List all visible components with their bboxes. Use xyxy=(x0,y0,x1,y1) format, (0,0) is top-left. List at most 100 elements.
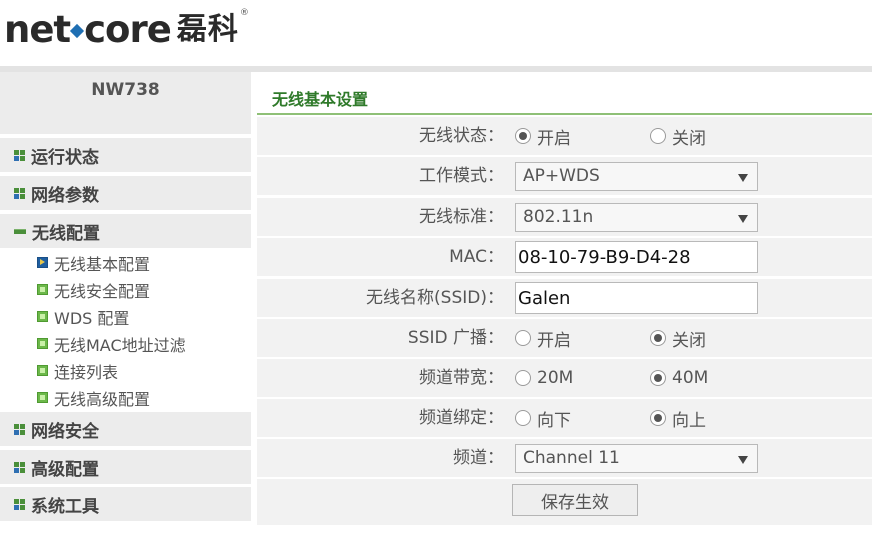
field-value: 开启 关闭 xyxy=(515,117,706,155)
field-value xyxy=(515,279,758,317)
sidebar-item-wireless[interactable]: 无线配置 xyxy=(0,214,251,248)
radio-label: 开启 xyxy=(537,128,571,149)
channel-select[interactable]: Channel 11 xyxy=(515,443,758,473)
main-panel: 无线基本设置 无线状态： 开启 关闭 工作模式： AP+WDS 无线标准： 80… xyxy=(257,72,872,545)
sidebar-item-system[interactable]: 系统工具 xyxy=(0,487,251,521)
radio-bandwidth-20m[interactable]: 20M xyxy=(515,368,650,388)
field-label: 无线状态： xyxy=(419,126,504,146)
radio-label: 开启 xyxy=(537,330,571,351)
radio-wireless-off[interactable]: 关闭 xyxy=(650,124,706,149)
field-label: 工作模式： xyxy=(419,166,504,186)
radio-label: 40M xyxy=(672,368,709,388)
work-mode-select[interactable]: AP+WDS xyxy=(515,161,758,191)
row-save: 保存生效 xyxy=(257,479,872,525)
radio-circle-icon xyxy=(515,370,531,386)
select-value: 802.11n xyxy=(523,206,594,227)
dropdown-arrow-icon xyxy=(738,173,748,182)
square-bullet-icon xyxy=(37,338,48,349)
row-wireless-standard: 无线标准： 802.11n xyxy=(257,198,872,236)
subitem-label: 无线安全配置 xyxy=(54,281,151,301)
radio-bind-down[interactable]: 向下 xyxy=(515,406,650,431)
field-value: 开启 关闭 xyxy=(515,319,706,357)
ssid-input[interactable] xyxy=(515,282,758,314)
field-value xyxy=(515,238,758,276)
subitem-wireless-basic[interactable]: 无线基本配置 xyxy=(37,249,150,276)
wireless-standard-select[interactable]: 802.11n xyxy=(515,202,758,232)
grid-icon xyxy=(14,461,25,473)
subitem-label: WDS 配置 xyxy=(54,308,130,328)
grid-icon xyxy=(14,498,25,510)
radio-broadcast-on[interactable]: 开启 xyxy=(515,326,650,351)
sidebar-item-label: 网络安全 xyxy=(31,421,99,442)
sidebar-item-security[interactable]: 网络安全 xyxy=(0,412,251,446)
grid-icon xyxy=(14,149,25,161)
sidebar-item-label: 系统工具 xyxy=(31,496,99,517)
field-label: SSID 广播： xyxy=(407,328,504,348)
sidebar-item-advanced[interactable]: 高级配置 xyxy=(0,450,251,484)
field-label: 频道绑定： xyxy=(419,408,504,428)
radio-circle-icon xyxy=(650,410,666,426)
field-label: 频道： xyxy=(453,448,504,468)
radio-bind-up[interactable]: 向上 xyxy=(650,406,706,431)
sidebar-item-network[interactable]: 网络参数 xyxy=(0,176,251,210)
collapse-icon xyxy=(14,228,26,234)
radio-label: 20M xyxy=(537,368,574,388)
mac-input[interactable] xyxy=(515,241,758,273)
field-label: 频道带宽： xyxy=(419,368,504,388)
arrow-square-icon xyxy=(37,257,48,268)
sidebar-item-label: 网络参数 xyxy=(31,185,99,206)
logo-text-net: net xyxy=(4,8,71,51)
radio-circle-icon xyxy=(515,128,531,144)
registered-mark: ® xyxy=(239,8,249,18)
sidebar-item-status[interactable]: 运行状态 xyxy=(0,138,251,172)
field-value: 向下 向上 xyxy=(515,399,706,437)
netcore-logo: net core 磊科 ® xyxy=(4,6,249,50)
subitem-label: 无线MAC地址过滤 xyxy=(54,335,186,355)
logo-text-cn: 磊科 xyxy=(176,12,239,47)
square-bullet-icon xyxy=(37,365,48,376)
logo-text-core: core xyxy=(84,8,172,51)
dropdown-arrow-icon xyxy=(738,214,748,223)
row-ssid: 无线名称(SSID)： xyxy=(257,279,872,317)
row-work-mode: 工作模式： AP+WDS xyxy=(257,157,872,195)
header: net core 磊科 ® xyxy=(0,0,872,66)
field-value: Channel 11 xyxy=(515,439,758,477)
subitem-mac-filter[interactable]: 无线MAC地址过滤 xyxy=(37,330,186,357)
subitem-label: 连接列表 xyxy=(54,362,119,382)
page-title: 无线基本设置 xyxy=(257,72,872,115)
subitem-connection-list[interactable]: 连接列表 xyxy=(37,357,118,384)
row-ssid-broadcast: SSID 广播： 开启 关闭 xyxy=(257,319,872,357)
select-value: AP+WDS xyxy=(523,165,600,186)
subitem-label: 无线基本配置 xyxy=(54,254,151,274)
radio-circle-icon xyxy=(650,128,666,144)
radio-wireless-on[interactable]: 开启 xyxy=(515,124,650,149)
logo-dot-icon xyxy=(70,23,85,39)
row-channel: 频道： Channel 11 xyxy=(257,439,872,477)
select-value: Channel 11 xyxy=(523,447,620,468)
radio-label: 向下 xyxy=(537,410,571,431)
radio-circle-icon xyxy=(650,330,666,346)
square-bullet-icon xyxy=(37,392,48,403)
radio-circle-icon xyxy=(650,370,666,386)
row-mac: MAC： xyxy=(257,238,872,276)
save-button[interactable]: 保存生效 xyxy=(512,484,638,516)
sidebar: NW738 运行状态 网络参数 无线配置 无线基本配置 无线安全配置 WDS 配… xyxy=(0,72,251,545)
field-label: 无线标准： xyxy=(419,207,504,227)
device-model: NW738 xyxy=(0,72,251,134)
field-label: 无线名称(SSID)： xyxy=(366,288,504,308)
field-value: 20M 40M xyxy=(515,359,708,397)
subitem-wireless-advanced[interactable]: 无线高级配置 xyxy=(37,384,150,411)
sidebar-item-label: 无线配置 xyxy=(32,223,100,244)
radio-label: 关闭 xyxy=(672,330,706,351)
grid-icon xyxy=(14,423,25,435)
row-wireless-status: 无线状态： 开启 关闭 xyxy=(257,117,872,155)
radio-bandwidth-40m[interactable]: 40M xyxy=(650,368,708,388)
field-value: 802.11n xyxy=(515,198,758,236)
field-value: AP+WDS xyxy=(515,157,758,195)
sidebar-item-label: 运行状态 xyxy=(31,147,99,168)
radio-label: 关闭 xyxy=(672,128,706,149)
radio-broadcast-off[interactable]: 关闭 xyxy=(650,326,706,351)
subitem-wireless-security[interactable]: 无线安全配置 xyxy=(37,276,150,303)
subitem-wds[interactable]: WDS 配置 xyxy=(37,303,129,330)
radio-circle-icon xyxy=(515,330,531,346)
